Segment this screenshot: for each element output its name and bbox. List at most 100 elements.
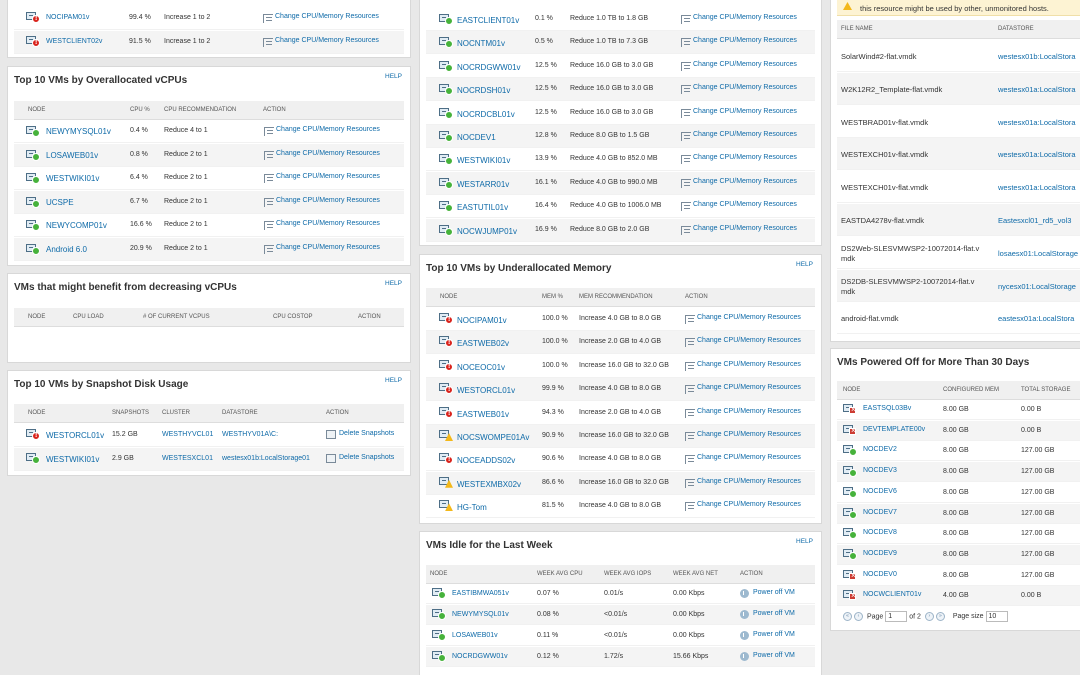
- datastore-link[interactable]: westesx01a:LocalStora: [998, 183, 1076, 192]
- col-datastore[interactable]: DATASTORE: [222, 410, 258, 416]
- node-link[interactable]: WESTWIKI01v: [46, 174, 99, 183]
- node-link[interactable]: WESTWIKI01v: [46, 455, 99, 464]
- datastore-link[interactable]: westesx01b:LocalStora: [998, 52, 1076, 61]
- node-link[interactable]: NOCWJUMP01v: [457, 227, 517, 236]
- node-link[interactable]: EASTWEB01v: [457, 410, 509, 419]
- datastore-link[interactable]: westesx01b:LocalStorage01: [222, 455, 310, 462]
- datastore-link[interactable]: Eastesxcl01_rd5_vol3: [998, 216, 1071, 225]
- col-snapshots[interactable]: SNAPSHOTS: [112, 410, 149, 416]
- change-resources-link[interactable]: Change CPU/Memory Resources: [693, 108, 797, 115]
- col-file-name[interactable]: FILE NAME: [841, 26, 873, 32]
- cluster-link[interactable]: WESTHYVCL01: [162, 431, 213, 438]
- node-link[interactable]: EASTCLIENT01v: [457, 16, 519, 25]
- datastore-link[interactable]: westesx01a:LocalStora: [998, 150, 1076, 159]
- node-link[interactable]: NOCIPAM01v: [46, 14, 89, 21]
- delete-snapshots-link[interactable]: Delete Snapshots: [339, 454, 394, 461]
- help-link[interactable]: HELP: [385, 73, 402, 80]
- col-mem[interactable]: MEM %: [542, 294, 563, 300]
- change-resources-link[interactable]: Change CPU/Memory Resources: [693, 131, 797, 138]
- datastore-link[interactable]: westesx01a:LocalStora: [998, 85, 1076, 94]
- help-link[interactable]: HELP: [796, 261, 813, 268]
- change-resources-link[interactable]: Change CPU/Memory Resources: [697, 361, 801, 368]
- node-link[interactable]: NOCWCLIENT01v: [863, 591, 921, 598]
- cluster-link[interactable]: WESTESXCL01: [162, 455, 213, 462]
- help-link[interactable]: HELP: [385, 377, 402, 384]
- col-cpu-rec[interactable]: CPU RECOMMENDATION: [164, 107, 236, 113]
- node-link[interactable]: NOCIPAM01v: [457, 316, 507, 325]
- col-week-cpu[interactable]: WEEK AVG CPU: [537, 571, 583, 577]
- node-link[interactable]: EASTWEB02v: [457, 339, 509, 348]
- last-page-button[interactable]: »: [935, 612, 945, 621]
- node-link[interactable]: HG-Tom: [457, 503, 487, 512]
- node-link[interactable]: LOSAWEB01v: [452, 632, 498, 639]
- prev-page-button[interactable]: ‹: [854, 612, 863, 621]
- node-link[interactable]: EASTUTIL01v: [457, 203, 508, 212]
- node-link[interactable]: WESTARR01v: [457, 180, 509, 189]
- change-resources-link[interactable]: Change CPU/Memory Resources: [693, 178, 797, 185]
- next-page-button[interactable]: ›: [924, 612, 934, 621]
- change-resources-link[interactable]: Change CPU/Memory Resources: [697, 314, 801, 321]
- change-resources-link[interactable]: Change CPU/Memory Resources: [693, 225, 797, 232]
- col-node[interactable]: NODE: [430, 571, 447, 577]
- node-link[interactable]: NOCRDGWW01v: [457, 63, 521, 72]
- node-link[interactable]: NOCDEV2: [863, 446, 897, 453]
- col-cpu[interactable]: CPU %: [130, 107, 150, 113]
- node-link[interactable]: NEWYMYSQL01v: [46, 127, 111, 136]
- col-total-storage[interactable]: TOTAL STORAGE: [1021, 387, 1070, 393]
- node-link[interactable]: WESTCLIENT02v: [46, 38, 102, 45]
- col-cpu-load[interactable]: CPU LOAD: [73, 314, 104, 320]
- node-link[interactable]: LOSAWEB01v: [46, 151, 98, 160]
- node-link[interactable]: NOCEOC01v: [457, 363, 505, 372]
- node-link[interactable]: WESTORCL01v: [457, 386, 515, 395]
- node-link[interactable]: NOCDEV9: [863, 550, 897, 557]
- change-resources-link[interactable]: Change CPU/Memory Resources: [693, 61, 797, 68]
- col-node[interactable]: NODE: [28, 107, 45, 113]
- node-link[interactable]: NOCDEV3: [863, 467, 897, 474]
- page-size-input[interactable]: 10: [985, 611, 1008, 622]
- node-link[interactable]: Android 6.0: [46, 245, 87, 254]
- node-link[interactable]: NOCNTM01v: [457, 39, 505, 48]
- node-link[interactable]: UCSPE: [46, 198, 74, 207]
- col-week-iops[interactable]: WEEK AVG IOPS: [604, 571, 651, 577]
- help-link[interactable]: HELP: [796, 538, 813, 545]
- change-resources-link[interactable]: Change CPU/Memory Resources: [693, 201, 797, 208]
- change-resources-link[interactable]: Change CPU/Memory Resources: [276, 220, 380, 227]
- change-resources-link[interactable]: Change CPU/Memory Resources: [697, 384, 801, 391]
- node-link[interactable]: WESTORCL01v: [46, 431, 104, 440]
- node-link[interactable]: WESTEXMBX02v: [457, 480, 521, 489]
- change-resources-link[interactable]: Change CPU/Memory Resources: [697, 478, 801, 485]
- change-resources-link[interactable]: Change CPU/Memory Resources: [276, 150, 380, 157]
- change-resources-link[interactable]: Change CPU/Memory Resources: [276, 173, 380, 180]
- node-link[interactable]: NOCDEV8: [863, 529, 897, 536]
- node-link[interactable]: EASTIBMWA051v: [452, 590, 509, 597]
- power-off-link[interactable]: Power off VM: [753, 631, 795, 638]
- col-datastore[interactable]: DATASTORE: [998, 26, 1034, 32]
- node-link[interactable]: NOCDEV6: [863, 488, 897, 495]
- node-link[interactable]: DEVTEMPLATE00v: [863, 426, 925, 433]
- change-resources-link[interactable]: Change CPU/Memory Resources: [697, 431, 801, 438]
- col-configured-mem[interactable]: CONFIGURED MEM: [943, 387, 999, 393]
- change-resources-link[interactable]: Change CPU/Memory Resources: [276, 126, 380, 133]
- col-node[interactable]: NODE: [843, 387, 860, 393]
- node-link[interactable]: NOCDEV7: [863, 509, 897, 516]
- datastore-link[interactable]: losaesx01:LocalStorage: [998, 249, 1078, 258]
- node-link[interactable]: NOCRDSH01v: [457, 86, 510, 95]
- change-resources-link[interactable]: Change CPU/Memory Resources: [693, 84, 797, 91]
- change-resources-link[interactable]: Change CPU/Memory Resources: [697, 501, 801, 508]
- col-mem-rec[interactable]: MEM RECOMMENDATION: [579, 294, 653, 300]
- node-link[interactable]: NOCSWOMPE01Av: [457, 433, 529, 442]
- node-link[interactable]: NOCDEV1: [457, 133, 496, 142]
- change-resources-link[interactable]: Change CPU/Memory Resources: [697, 408, 801, 415]
- change-resources-link[interactable]: Change CPU/Memory Resources: [276, 197, 380, 204]
- node-link[interactable]: NOCEADDS02v: [457, 456, 515, 465]
- datastore-link[interactable]: westesx01a:LocalStora: [998, 118, 1076, 127]
- datastore-link[interactable]: eastesx01a:LocalStora: [998, 314, 1074, 323]
- col-vcpus[interactable]: # OF CURRENT VCPUS: [143, 314, 210, 320]
- node-link[interactable]: NOCRDGWW01v: [452, 653, 508, 660]
- datastore-link[interactable]: nycesx01:LocalStorage: [998, 282, 1076, 291]
- col-cluster[interactable]: CLUSTER: [162, 410, 190, 416]
- datastore-link[interactable]: WESTHYV01A\C:: [222, 431, 278, 438]
- col-node[interactable]: NODE: [440, 294, 457, 300]
- change-resources-link[interactable]: Change CPU/Memory Resources: [693, 37, 797, 44]
- node-link[interactable]: EASTSQL03Bv: [863, 405, 911, 412]
